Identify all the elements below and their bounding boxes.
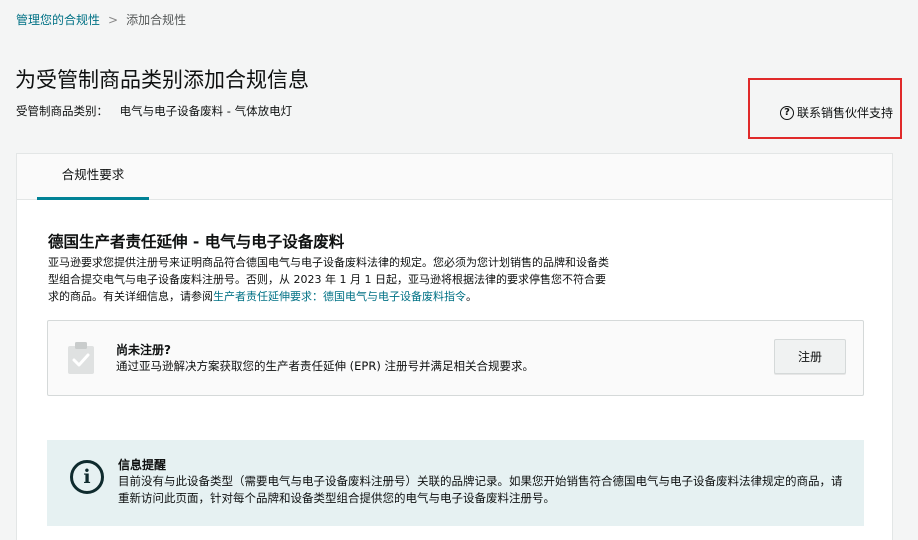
info-alert-title: 信息提醒 [118, 458, 167, 472]
clipboard-check-icon [68, 342, 94, 374]
info-icon: i [70, 460, 104, 494]
description-line-1: 亚马逊要求您提供注册号来证明商品符合德国电气与电子设备废料法律的规定。您必须为您… [48, 256, 609, 269]
tab-compliance-requirements[interactable]: 合规性要求 [37, 154, 149, 200]
chevron-right-icon: > [108, 12, 119, 27]
info-alert: i 信息提醒 目前没有与此设备类型（需要电气与电子设备废料注册号）关联的品牌记录… [47, 440, 864, 526]
tab-bar: 合规性要求 [17, 154, 892, 200]
breadcrumb: 管理您的合规性 > 添加合规性 [16, 11, 186, 28]
not-registered-description: 通过亚马逊解决方案获取您的生产者责任延伸 (EPR) 注册号并满足相关合规要求。 [116, 359, 534, 373]
category-line: 受管制商品类别： 电气与电子设备废料 - 气体放电灯 [16, 103, 292, 119]
page-title: 为受管制商品类别添加合规信息 [15, 68, 309, 92]
support-label: 联系销售伙伴支持 [797, 106, 894, 120]
category-label: 受管制商品类别： [16, 104, 108, 118]
compliance-card: 合规性要求 德国生产者责任延伸 - 电气与电子设备废料 亚马逊要求您提供注册号来… [16, 153, 893, 540]
section-description: 亚马逊要求您提供注册号来证明商品符合德国电气与电子设备废料法律的规定。您必须为您… [48, 254, 678, 305]
description-line-3: 求的商品。有关详细信息，请参阅 [48, 290, 213, 303]
not-registered-title: 尚未注册? [116, 343, 171, 357]
description-line-2: 型组合提交电气与电子设备废料注册号。否则，从 2023 年 1 月 1 日起，亚… [48, 273, 606, 286]
contact-seller-support-link[interactable]: ? 联系销售伙伴支持 [780, 104, 893, 121]
description-period: 。 [466, 290, 477, 303]
breadcrumb-manage-compliance-link[interactable]: 管理您的合规性 [16, 11, 100, 28]
weee-directive-link[interactable]: 生产者责任延伸要求：德国电气与电子设备废料指令 [213, 290, 466, 303]
register-button[interactable]: 注册 [774, 339, 846, 374]
registration-panel: 尚未注册? 通过亚马逊解决方案获取您的生产者责任延伸 (EPR) 注册号并满足相… [47, 320, 864, 396]
info-alert-text: 目前没有与此设备类型（需要电气与电子设备废料注册号）关联的品牌记录。如果您开始销… [118, 474, 843, 505]
breadcrumb-current: 添加合规性 [126, 13, 187, 27]
section-title: 德国生产者责任延伸 - 电气与电子设备废料 [48, 233, 345, 251]
category-value: 电气与电子设备废料 - 气体放电灯 [119, 104, 293, 118]
help-circle-icon: ? [780, 105, 794, 120]
